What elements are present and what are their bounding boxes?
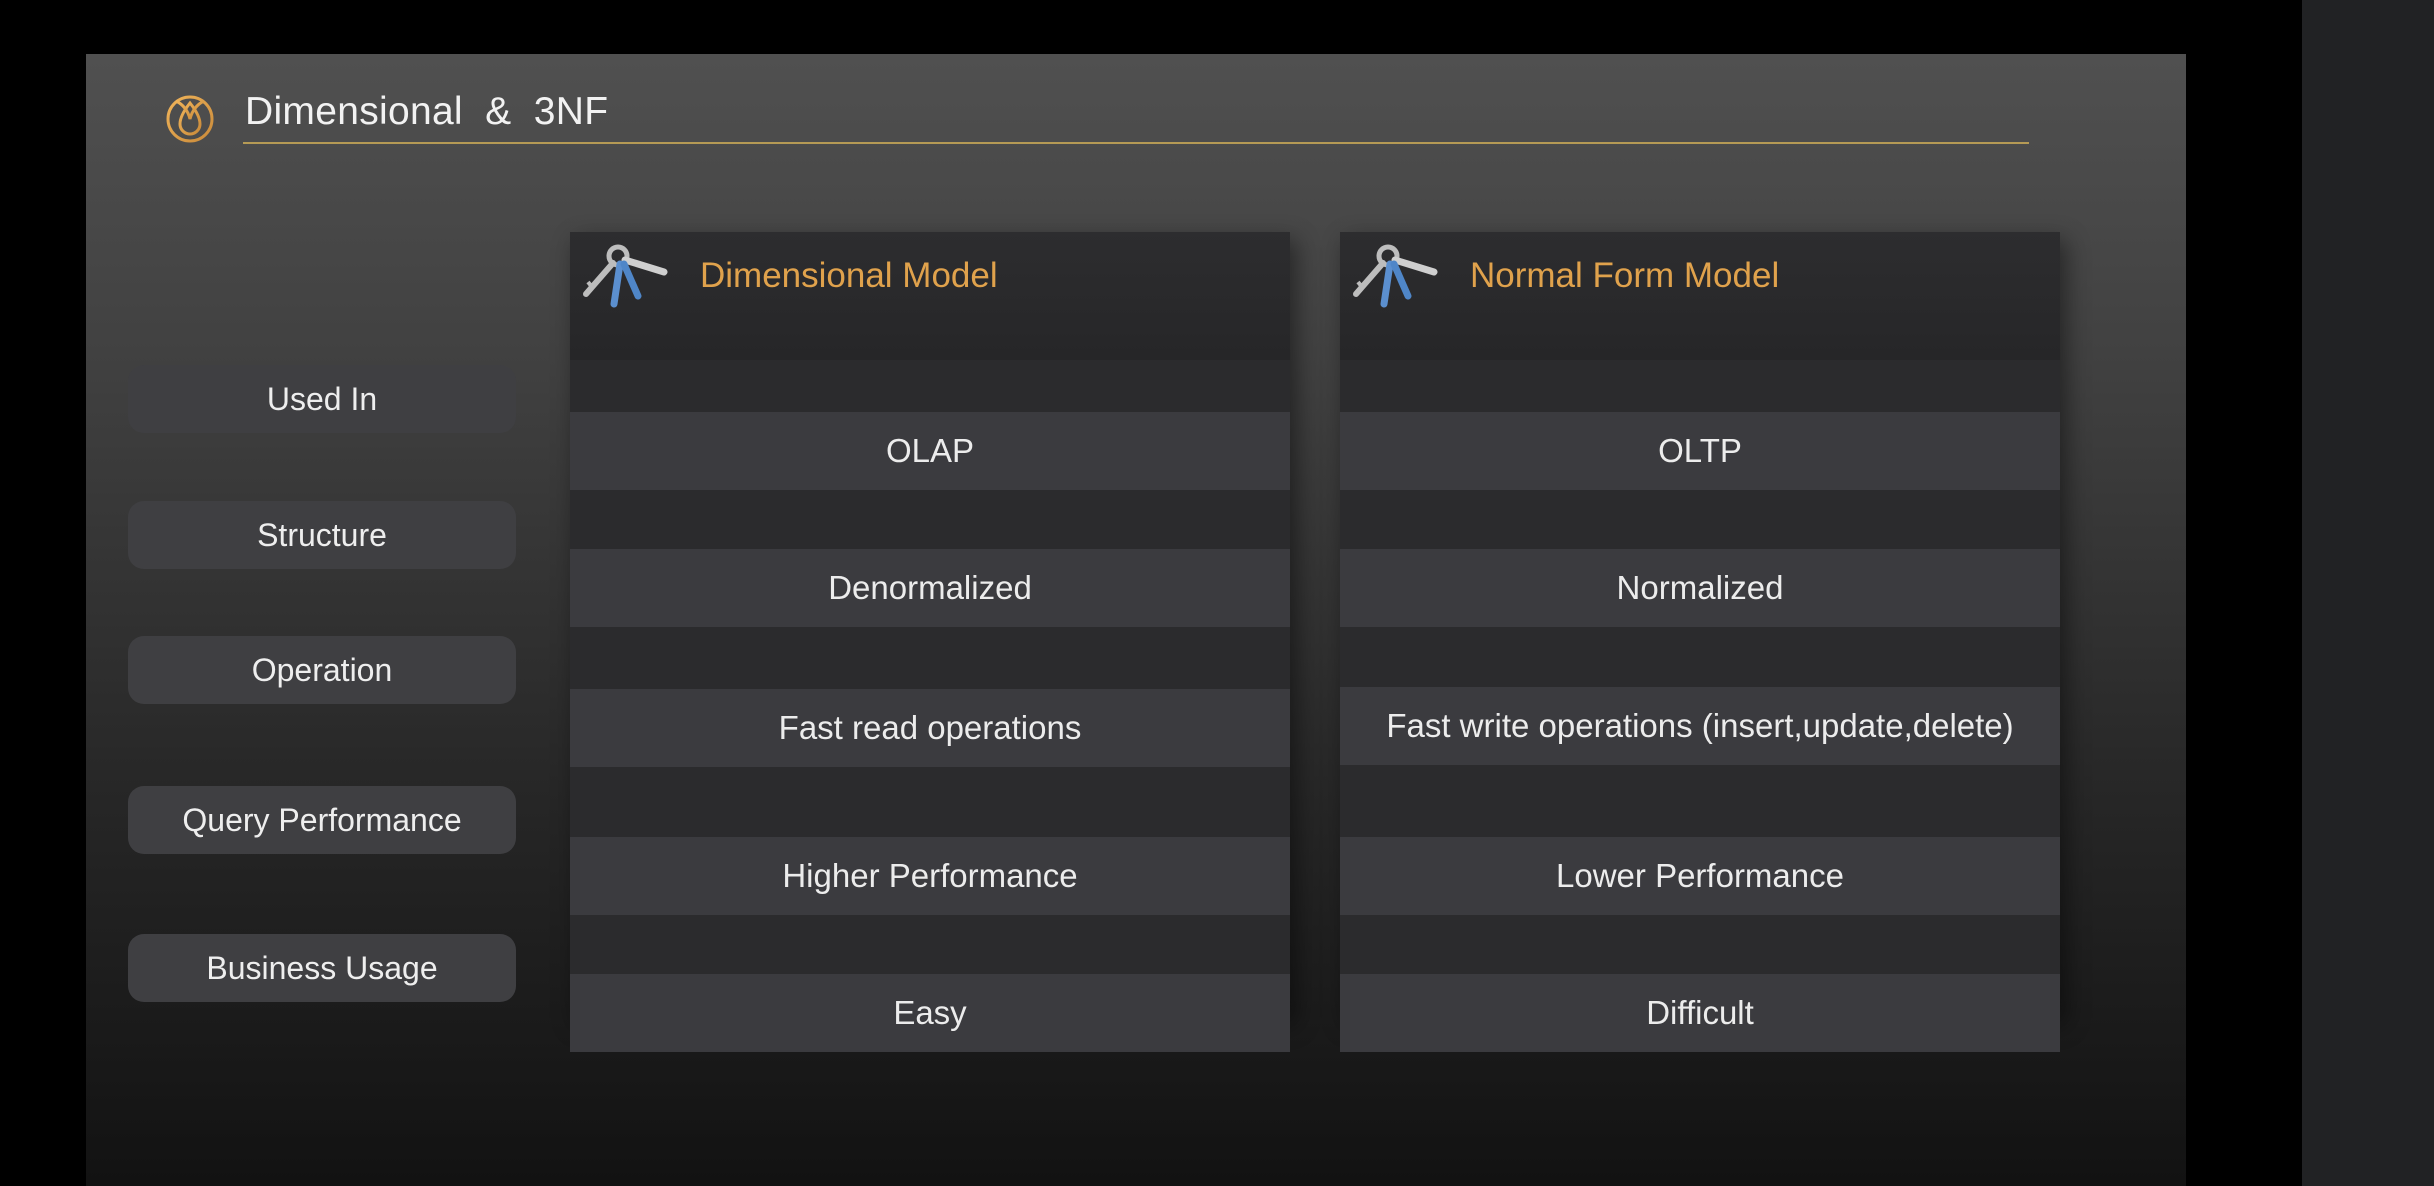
cell-business-usage: Easy xyxy=(570,974,1290,1052)
dimensional-model-column: Dimensional Model OLAP Denormalized Fast… xyxy=(570,232,1290,1052)
column-title: Normal Form Model xyxy=(1470,256,1780,295)
cell-structure: Denormalized xyxy=(570,549,1290,627)
cell-operation: Fast write operations (insert,update,del… xyxy=(1340,687,2060,765)
row-label-query-performance: Query Performance xyxy=(128,786,516,854)
column-title: Dimensional Model xyxy=(700,256,998,295)
row-label-business-usage: Business Usage xyxy=(128,934,516,1002)
keys-icon xyxy=(583,244,668,308)
drop-logo-icon xyxy=(166,95,214,143)
keys-icon xyxy=(1353,244,1438,308)
slide: Dimensional & 3NF Used In Structure Oper… xyxy=(86,54,2186,1186)
cell-query-performance: Higher Performance xyxy=(570,837,1290,915)
slide-title: Dimensional & 3NF xyxy=(245,90,609,133)
row-label-used-in: Used In xyxy=(128,365,516,433)
side-panel xyxy=(2302,0,2434,1186)
row-label-operation: Operation xyxy=(128,636,516,704)
cell-used-in: OLTP xyxy=(1340,412,2060,490)
row-label-structure: Structure xyxy=(128,501,516,569)
normal-form-model-column: Normal Form Model OLTP Normalized Fast w… xyxy=(1340,232,2060,1052)
cell-business-usage: Difficult xyxy=(1340,974,2060,1052)
cell-used-in: OLAP xyxy=(570,412,1290,490)
title-rule xyxy=(243,142,2029,144)
column-header: Dimensional Model xyxy=(570,232,1290,360)
cell-operation: Fast read operations xyxy=(570,689,1290,767)
column-header: Normal Form Model xyxy=(1340,232,2060,360)
cell-structure: Normalized xyxy=(1340,549,2060,627)
cell-query-performance: Lower Performance xyxy=(1340,837,2060,915)
